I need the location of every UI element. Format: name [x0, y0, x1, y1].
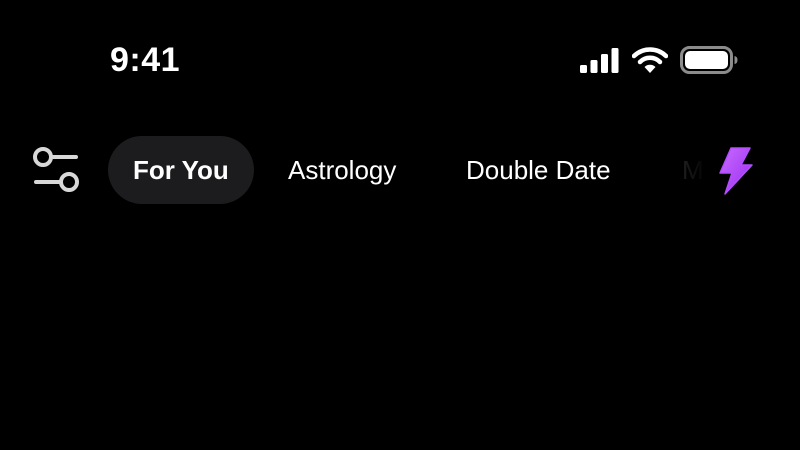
- filter-button[interactable]: [30, 146, 84, 194]
- tab-bar: For You Astrology Double Date M: [0, 136, 800, 204]
- tab-double-date[interactable]: Double Date: [466, 136, 611, 204]
- tab-for-you[interactable]: For You: [108, 136, 254, 204]
- battery-icon: [680, 46, 738, 74]
- status-time: 9:41: [110, 41, 181, 79]
- category-tabs: For You Astrology Double Date M: [108, 136, 708, 204]
- wifi-icon: [632, 46, 668, 74]
- tab-astrology[interactable]: Astrology: [288, 136, 396, 204]
- tab-more-partial[interactable]: M: [682, 136, 704, 204]
- cellular-signal-icon: [580, 47, 620, 73]
- filter-sliders-icon: [30, 146, 84, 194]
- lightning-bolt-icon: [712, 146, 758, 196]
- status-icons: [580, 44, 738, 76]
- boost-button[interactable]: [712, 146, 758, 196]
- status-bar: 9:41: [0, 0, 800, 120]
